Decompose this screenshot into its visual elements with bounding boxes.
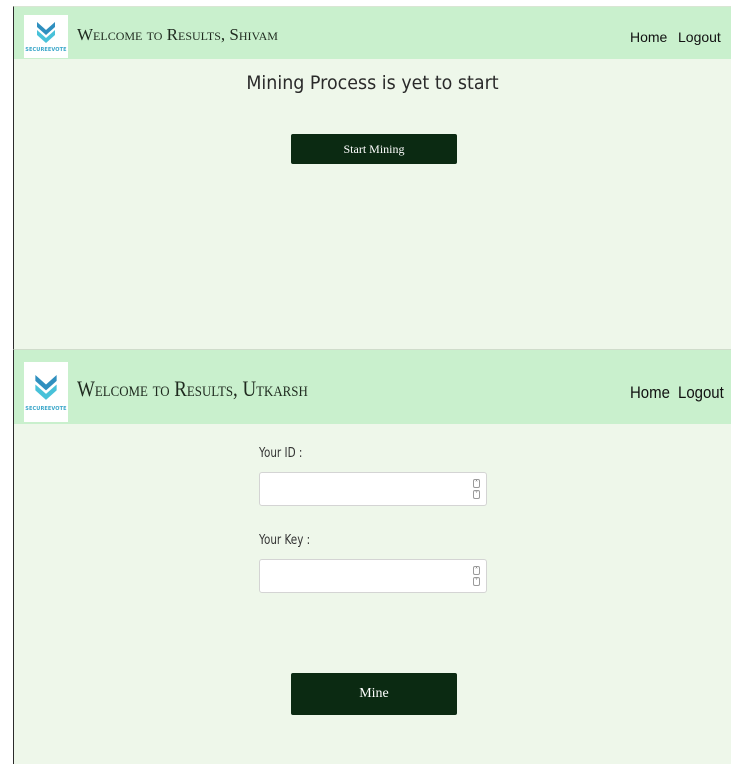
key-number-spinner[interactable]: ˄ ˅ [473, 566, 480, 586]
id-field[interactable]: ˄ ˅ [259, 472, 487, 506]
logo-text: SECUREEVOTE [25, 46, 67, 53]
nav-home-link[interactable]: Home [630, 383, 670, 403]
navbar: SECUREEVOTE Welcome to Results, Utkarsh … [14, 350, 731, 424]
chevron-down-icon[interactable]: ˅ [473, 490, 480, 499]
mining-status-text: Mining Process is yet to start [246, 72, 499, 94]
navbar: SECUREEVOTE Welcome to Results, Shivam H… [14, 7, 731, 59]
id-label: Your ID : [259, 446, 303, 461]
page-title: Welcome to Results, Shivam [77, 25, 278, 44]
nav-home-link[interactable]: Home [630, 29, 667, 45]
securevote-chevron-logo-icon [35, 375, 57, 400]
id-input[interactable] [260, 473, 460, 505]
mine-button[interactable]: Mine [291, 673, 457, 715]
key-field[interactable]: ˄ ˅ [259, 559, 487, 593]
key-label: Your Key : [259, 533, 311, 548]
chevron-up-icon[interactable]: ˄ [473, 566, 480, 575]
logo[interactable]: SECUREEVOTE [24, 362, 68, 422]
start-mining-button[interactable]: Start Mining [291, 134, 457, 164]
securevote-chevron-logo-icon [37, 21, 55, 43]
key-input[interactable] [260, 560, 460, 592]
chevron-up-icon[interactable]: ˄ [473, 479, 480, 488]
id-number-spinner[interactable]: ˄ ˅ [473, 479, 480, 499]
logo[interactable]: SECUREEVOTE [24, 15, 68, 58]
page-title: Welcome to Results, Utkarsh [77, 376, 308, 401]
nav-logout-link[interactable]: Logout [678, 383, 724, 403]
nav-logout-link[interactable]: Logout [678, 29, 721, 45]
chevron-down-icon[interactable]: ˅ [473, 577, 480, 586]
results-panel-shivam: SECUREEVOTE Welcome to Results, Shivam H… [13, 6, 731, 349]
logo-text: SECUREEVOTE [25, 406, 67, 412]
results-panel-utkarsh: SECUREEVOTE Welcome to Results, Utkarsh … [13, 349, 731, 764]
